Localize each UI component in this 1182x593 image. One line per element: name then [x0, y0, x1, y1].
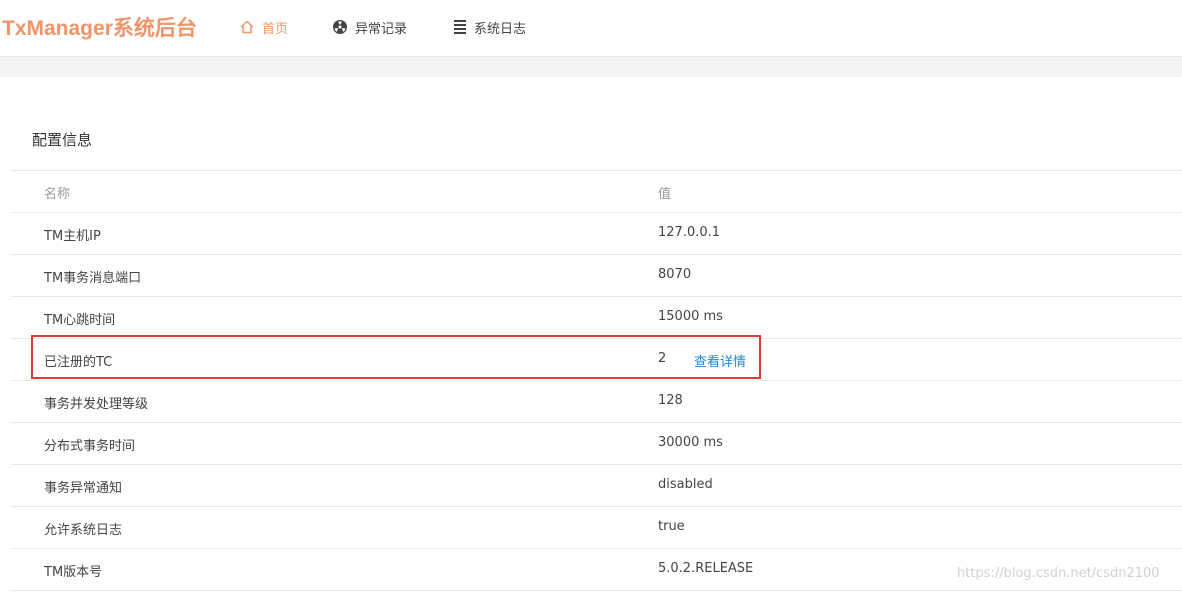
- table-row: TM主机IP 127.0.0.1: [11, 213, 1182, 255]
- table-row: TM心跳时间 15000 ms: [11, 297, 1182, 339]
- top-navbar: TxManager系统后台 首页 异常记录 系统日志: [0, 0, 1182, 57]
- header-divider-band: [0, 57, 1182, 77]
- section-title: 配置信息: [32, 131, 93, 149]
- row-value: 15000 ms: [658, 309, 723, 324]
- brand-title[interactable]: TxManager系统后台: [2, 12, 197, 42]
- row-value: 5.0.2.RELEASE: [658, 561, 754, 576]
- nav-exceptions-label: 异常记录: [355, 21, 408, 37]
- table-row: 允许系统日志 true: [11, 507, 1182, 549]
- row-name: TM事务消息端口: [44, 271, 142, 286]
- row-value: 30000 ms: [658, 435, 723, 450]
- table-header-row: 名称 值: [11, 171, 1182, 213]
- row-name: 事务并发处理等级: [44, 397, 149, 412]
- nav-item-home[interactable]: 首页: [239, 17, 288, 37]
- row-value: disabled: [658, 477, 713, 492]
- radiation-icon: [333, 20, 347, 34]
- nav-item-exceptions[interactable]: 异常记录: [332, 17, 407, 37]
- nav-item-syslog[interactable]: 系统日志: [453, 17, 526, 37]
- row-name: 允许系统日志: [44, 523, 123, 538]
- row-name: TM版本号: [44, 565, 103, 580]
- row-name: TM主机IP: [44, 229, 101, 244]
- row-value: true: [658, 519, 685, 534]
- nav-syslog-label: 系统日志: [474, 21, 527, 37]
- table-row: 事务异常通知 disabled: [11, 465, 1182, 507]
- row-value: 127.0.0.1: [658, 225, 721, 240]
- highlight-annotation-box: [31, 335, 761, 379]
- row-value: 8070: [658, 267, 692, 282]
- watermark: https://blog.csdn.net/csdn2100: [957, 566, 1160, 581]
- list-icon: [454, 20, 466, 34]
- home-icon: [240, 20, 254, 34]
- row-name: 事务异常通知: [44, 481, 123, 496]
- config-table: 名称 值 TM主机IP 127.0.0.1 TM事务消息端口 8070 TM心跳…: [11, 170, 1182, 591]
- table-row: 分布式事务时间 30000 ms: [11, 423, 1182, 465]
- row-value: 128: [658, 393, 683, 408]
- table-row: TM事务消息端口 8070: [11, 255, 1182, 297]
- row-name: 分布式事务时间: [44, 439, 136, 454]
- row-name: TM心跳时间: [44, 313, 116, 328]
- column-header-value: 值: [658, 187, 672, 202]
- column-header-name: 名称: [44, 187, 71, 202]
- table-row: 事务并发处理等级 128: [11, 381, 1182, 423]
- nav-home-label: 首页: [262, 21, 289, 37]
